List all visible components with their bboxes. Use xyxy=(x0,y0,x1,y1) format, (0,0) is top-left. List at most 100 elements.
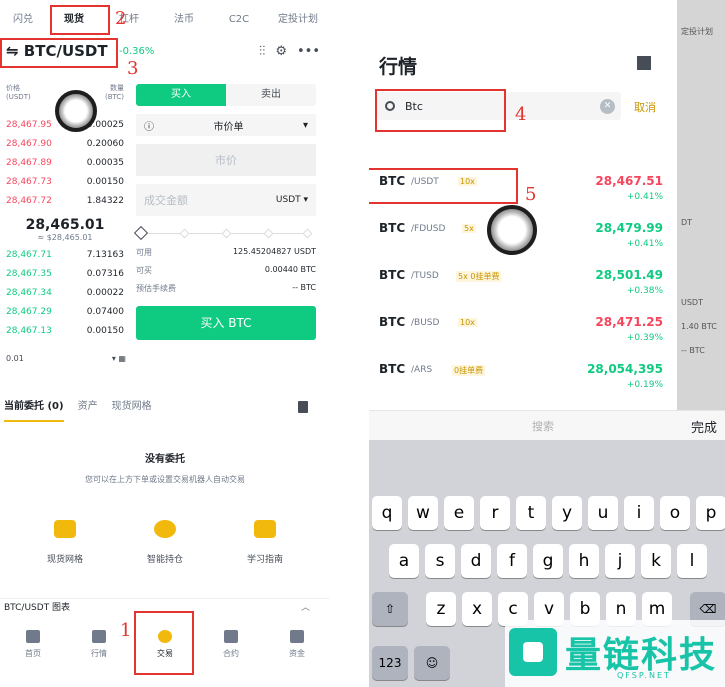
buy-tab[interactable]: 买入 xyxy=(136,84,226,106)
key-k[interactable]: k xyxy=(641,544,671,578)
slider-knob[interactable] xyxy=(133,225,149,241)
clear-icon[interactable]: ✕ xyxy=(600,99,615,114)
amount-unit[interactable]: USDT ▾ xyxy=(276,195,308,205)
tab-auto-invest[interactable]: 定投计划 xyxy=(266,6,330,34)
key-h[interactable]: h xyxy=(569,544,599,578)
market-row[interactable]: BTC /ARS 0挂单费 28,054,395 +0.19% xyxy=(369,356,669,403)
sell-tab[interactable]: 卖出 xyxy=(226,84,316,106)
touch-indicator xyxy=(487,205,537,255)
graduation-cap-icon xyxy=(254,520,276,538)
keyboard-search-label: 搜索 xyxy=(532,420,554,433)
market-row[interactable]: BTC /BUSD 10x 28,471.25 +0.39% xyxy=(369,309,669,356)
tab-fiat[interactable]: 法币 xyxy=(156,6,212,34)
key-x[interactable]: x xyxy=(462,592,492,626)
key-s[interactable]: s xyxy=(425,544,455,578)
asks-row[interactable]: 28,467.73 0.00150 xyxy=(0,173,130,192)
key-y[interactable]: y xyxy=(552,496,582,530)
more-icon[interactable]: ••• xyxy=(297,44,320,59)
annotation-2: 2 xyxy=(115,8,127,29)
markets-search-screen: 定投计划 DT USDT 1.40 BTC -- BTC 行情 Btc ✕ 取消… xyxy=(369,0,725,687)
key-z[interactable]: z xyxy=(426,592,456,626)
market-tag: 5x xyxy=(462,224,476,233)
bot-icon[interactable]: ⚙ xyxy=(275,44,287,59)
tab-spot-grid[interactable]: 现货网格 xyxy=(112,396,152,422)
header-icons: ⫶⫶ ⚙ ••• xyxy=(259,44,320,59)
key-f[interactable]: f xyxy=(497,544,527,578)
asks-row[interactable]: 28,467.90 0.20060 xyxy=(0,135,130,154)
tab-convert[interactable]: 闪兑 xyxy=(0,6,46,34)
brand-logo xyxy=(509,628,557,676)
touch-indicator xyxy=(55,90,97,132)
depth-selector[interactable]: 0.01 ▾ ▦ xyxy=(6,354,126,363)
asks-row[interactable]: 28,467.72 1.84322 xyxy=(0,192,130,211)
key-u[interactable]: u xyxy=(588,496,618,530)
key-i[interactable]: i xyxy=(624,496,654,530)
market-tag: 5x 0挂单费 xyxy=(456,271,502,282)
key-j[interactable]: j xyxy=(605,544,635,578)
smart-rebalance-tool[interactable]: 智能持仓 xyxy=(130,520,200,565)
watermark: 量链科技 QFSP.NET xyxy=(505,620,725,687)
key-e[interactable]: e xyxy=(444,496,474,530)
bids-row[interactable]: 28,467.13 0.00150 xyxy=(0,322,130,341)
pie-chart-icon xyxy=(154,520,176,538)
done-button[interactable]: 完成 xyxy=(691,417,717,436)
numbers-key[interactable]: 123 xyxy=(372,646,408,680)
key-g[interactable]: g xyxy=(533,544,563,578)
spot-grid-tool[interactable]: 现货网格 xyxy=(30,520,100,565)
learn-guide-tool[interactable]: 学习指南 xyxy=(230,520,300,565)
document-icon[interactable] xyxy=(298,401,308,413)
nav-futures[interactable]: 合约 xyxy=(198,620,264,675)
shift-key[interactable]: ⇧ xyxy=(372,592,408,626)
background-page: 定投计划 DT USDT 1.40 BTC -- BTC xyxy=(677,0,725,420)
tab-open-orders[interactable]: 当前委托 (0) xyxy=(4,396,64,422)
chevron-up-icon: ︿ xyxy=(300,603,310,613)
trade-screen: 闪兑 现货 杠杆 法币 C2C 定投计划 2 ⇋ BTC/USDT -0.36%… xyxy=(0,0,330,687)
tab-margin[interactable]: 杠杆 xyxy=(102,6,156,34)
emoji-key[interactable]: ☺ xyxy=(414,646,450,680)
key-q[interactable]: q xyxy=(372,496,402,530)
trading-tools: 现货网格 智能持仓 学习指南 xyxy=(30,520,300,565)
key-t[interactable]: t xyxy=(516,496,546,530)
price-input[interactable]: 市价 xyxy=(136,144,316,176)
key-o[interactable]: o xyxy=(660,496,690,530)
futures-icon xyxy=(224,630,238,643)
annotation-box-2 xyxy=(50,5,110,35)
cancel-button[interactable]: 取消 xyxy=(634,99,656,115)
tab-assets[interactable]: 资产 xyxy=(78,396,98,422)
price-header: 价格 (USDT) xyxy=(6,84,31,101)
bids-row[interactable]: 28,467.34 0.00022 xyxy=(0,284,130,303)
candlestick-icon[interactable]: ⫶⫶ xyxy=(259,44,266,59)
bids-row[interactable]: 28,467.71 7.13163 xyxy=(0,246,130,265)
buy-sell-toggle: 买入 卖出 xyxy=(136,84,316,106)
grid-icon[interactable] xyxy=(637,56,651,70)
amount-input[interactable]: 成交金额 USDT ▾ xyxy=(136,184,316,216)
bids-row[interactable]: 28,467.35 0.07316 xyxy=(0,265,130,284)
est-fee: -- BTC xyxy=(292,283,316,292)
annotation-5: 5 xyxy=(525,184,537,205)
grid-bot-icon xyxy=(54,520,76,538)
orders-tabs: 当前委托 (0) 资产 现货网格 xyxy=(0,396,330,422)
key-l[interactable]: l xyxy=(677,544,707,578)
key-a[interactable]: a xyxy=(389,544,419,578)
tab-c2c[interactable]: C2C xyxy=(212,6,266,34)
can-buy: 0.00440 BTC xyxy=(264,265,316,274)
buy-btc-button[interactable]: 买入 BTC xyxy=(136,306,316,340)
annotation-4: 4 xyxy=(515,104,527,125)
key-r[interactable]: r xyxy=(480,496,510,530)
order-form: 买入 卖出 ⓘ 市价单 ▾ 市价 成交金额 USDT ▾ 可用 125.45204… xyxy=(133,84,316,340)
key-d[interactable]: d xyxy=(461,544,491,578)
order-type-select[interactable]: ⓘ 市价单 ▾ xyxy=(136,114,316,136)
market-tag: 0挂单费 xyxy=(452,365,486,376)
amount-slider[interactable] xyxy=(133,225,316,241)
asks-row[interactable]: 28,467.89 0.00035 xyxy=(0,154,130,173)
annotation-3: 3 xyxy=(127,58,139,79)
nav-wallet[interactable]: 资金 xyxy=(264,620,330,675)
wallet-icon xyxy=(290,630,304,643)
key-p[interactable]: p xyxy=(696,496,725,530)
bids-row[interactable]: 28,467.29 0.07400 xyxy=(0,303,130,322)
nav-home[interactable]: 首页 xyxy=(0,620,66,675)
bar-chart-icon xyxy=(92,630,106,643)
markets-title: 行情 xyxy=(379,56,418,78)
key-w[interactable]: w xyxy=(408,496,438,530)
market-row[interactable]: BTC /TUSD 5x 0挂单费 28,501.49 +0.38% xyxy=(369,262,669,309)
